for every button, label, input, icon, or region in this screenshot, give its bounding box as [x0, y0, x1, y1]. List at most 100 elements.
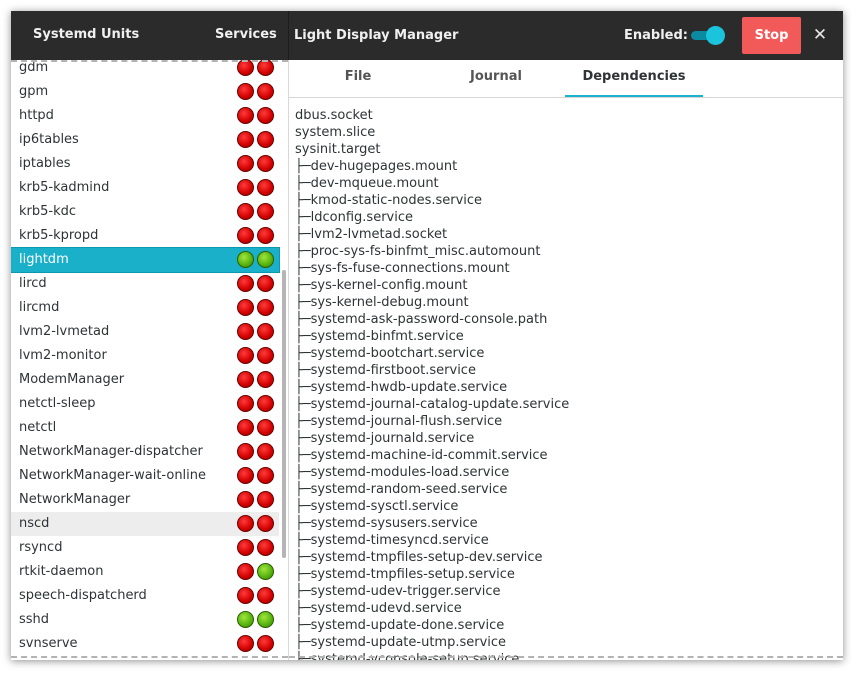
- unit-row[interactable]: netctl: [11, 416, 279, 440]
- status-red-icon: [257, 155, 274, 172]
- unit-name: gpm: [19, 84, 49, 99]
- tree-branch: ├─: [295, 618, 311, 633]
- unit-name: iptables: [19, 156, 71, 171]
- enabled-toggle[interactable]: [689, 26, 727, 45]
- unit-row[interactable]: gdm: [11, 60, 279, 80]
- enabled-label: Enabled:: [624, 28, 688, 43]
- unit-row[interactable]: NetworkManager-dispatcher: [11, 440, 279, 464]
- unit-name: lircmd: [19, 300, 60, 315]
- unit-row[interactable]: rsyncd: [11, 536, 279, 560]
- tab-dependencies[interactable]: Dependencies: [565, 60, 703, 97]
- dependency-name: systemd-sysctl.service: [310, 499, 459, 514]
- tree-branch: ├─: [295, 312, 311, 327]
- unit-name: ModemManager: [19, 372, 125, 387]
- unit-name: NetworkManager-dispatcher: [19, 444, 203, 459]
- status-red-icon: [237, 515, 254, 532]
- unit-row[interactable]: lircmd: [11, 296, 279, 320]
- tab-journal[interactable]: Journal: [427, 60, 565, 97]
- unit-row[interactable]: lircd: [11, 272, 279, 296]
- dependency-item: ├─systemd-journal-flush.service: [295, 413, 502, 430]
- dependency-item: ├─sys-kernel-config.mount: [295, 277, 467, 294]
- unit-row[interactable]: krb5-kdc: [11, 200, 279, 224]
- dependency-item: ├─systemd-udev-trigger.service: [295, 583, 501, 600]
- unit-list[interactable]: gdm gpm httpd ip6tables iptables krb5-kadmind…: [11, 60, 289, 660]
- unit-name: krb5-kpropd: [19, 228, 99, 243]
- dependency-item: dbus.socket: [295, 108, 373, 123]
- dependency-item: ├─systemd-random-seed.service: [295, 481, 507, 498]
- dependency-name: sys-kernel-debug.mount: [310, 295, 469, 310]
- tree-branch: ├─: [295, 159, 311, 174]
- unit-row[interactable]: iptables: [11, 152, 279, 176]
- tab-file[interactable]: File: [289, 60, 427, 97]
- status-red-icon: [257, 635, 274, 652]
- close-icon[interactable]: ✕: [811, 24, 829, 46]
- tree-branch: ├─: [295, 635, 311, 650]
- unit-row[interactable]: lvm2-lvmetad: [11, 320, 279, 344]
- unit-name: svnserve: [19, 636, 78, 651]
- unit-row[interactable]: speech-dispatcherd: [11, 584, 279, 608]
- status-red-icon: [237, 467, 254, 484]
- status-red-icon: [237, 275, 254, 292]
- unit-row[interactable]: krb5-kadmind: [11, 176, 279, 200]
- status-red-icon: [237, 323, 254, 340]
- unit-row[interactable]: ModemManager: [11, 368, 279, 392]
- dependency-name: systemd-machine-id-commit.service: [310, 448, 548, 463]
- dependency-name: sys-kernel-config.mount: [310, 278, 468, 293]
- services-label[interactable]: Services: [215, 27, 277, 43]
- unit-row[interactable]: httpd: [11, 104, 279, 128]
- tree-branch: ├─: [295, 261, 311, 276]
- dependency-name: systemd-bootchart.service: [310, 346, 485, 361]
- unit-name: krb5-kadmind: [19, 180, 110, 195]
- dependency-name: systemd-journal-catalog-update.service: [310, 397, 570, 412]
- dependency-name: systemd-firstboot.service: [310, 363, 476, 378]
- status-red-icon: [257, 83, 274, 100]
- dependency-item: system.slice: [295, 125, 376, 140]
- unit-name: lightdm: [19, 252, 69, 267]
- unit-name: rtkit-daemon: [19, 564, 104, 579]
- unit-row[interactable]: nscd: [11, 512, 279, 536]
- dependency-name: dev-hugepages.mount: [310, 159, 458, 174]
- dependency-item: sysinit.target: [295, 142, 381, 157]
- unit-row[interactable]: ip6tables: [11, 128, 279, 152]
- status-red-icon: [237, 395, 254, 412]
- status-red-icon: [237, 491, 254, 508]
- unit-row[interactable]: NetworkManager-wait-online: [11, 464, 279, 488]
- unit-details: File Journal Dependencies dbus.socket syste…: [289, 60, 843, 660]
- status-red-icon: [237, 563, 254, 580]
- tree-branch: ├─: [295, 533, 311, 548]
- status-red-icon: [257, 275, 274, 292]
- sidebar-header: Systemd Units Services: [11, 11, 289, 60]
- tree-branch: ├─: [295, 346, 311, 361]
- unit-row[interactable]: NetworkManager: [11, 488, 279, 512]
- dependency-item: ├─systemd-sysusers.service: [295, 515, 478, 532]
- status-red-icon: [257, 131, 274, 148]
- dependency-name: systemd-tmpfiles-setup.service: [310, 567, 515, 582]
- stop-button[interactable]: Stop: [742, 17, 801, 54]
- unit-row[interactable]: krb5-kpropd: [11, 224, 279, 248]
- tree-branch: ├─: [295, 448, 311, 463]
- unit-row[interactable]: netctl-sleep: [11, 392, 279, 416]
- unit-row[interactable]: lightdm: [11, 247, 280, 273]
- unit-row[interactable]: sshd: [11, 608, 279, 632]
- dependency-item: ├─dev-hugepages.mount: [295, 158, 457, 175]
- unit-name: lircd: [19, 276, 47, 291]
- status-red-icon: [257, 347, 274, 364]
- unit-row[interactable]: svnserve: [11, 632, 279, 656]
- unit-row[interactable]: lvm2-monitor: [11, 344, 279, 368]
- status-green-icon: [257, 251, 274, 268]
- unit-row[interactable]: rtkit-daemon: [11, 560, 279, 584]
- tree-branch: ├─: [295, 550, 311, 565]
- status-red-icon: [237, 203, 254, 220]
- tab-bar: File Journal Dependencies: [289, 60, 843, 98]
- status-red-icon: [257, 539, 274, 556]
- status-red-icon: [257, 491, 274, 508]
- vertical-scrollbar[interactable]: [282, 270, 286, 558]
- dependency-name: systemd-hwdb-update.service: [310, 380, 508, 395]
- dependency-name: systemd-ask-password-console.path: [310, 312, 548, 327]
- dependency-name: systemd-timesyncd.service: [310, 533, 489, 548]
- unit-row[interactable]: gpm: [11, 80, 279, 104]
- dependency-name: systemd-udevd.service: [310, 601, 462, 616]
- status-red-icon: [257, 299, 274, 316]
- unit-title: Light Display Manager: [294, 28, 459, 43]
- tree-branch: ├─: [295, 176, 311, 191]
